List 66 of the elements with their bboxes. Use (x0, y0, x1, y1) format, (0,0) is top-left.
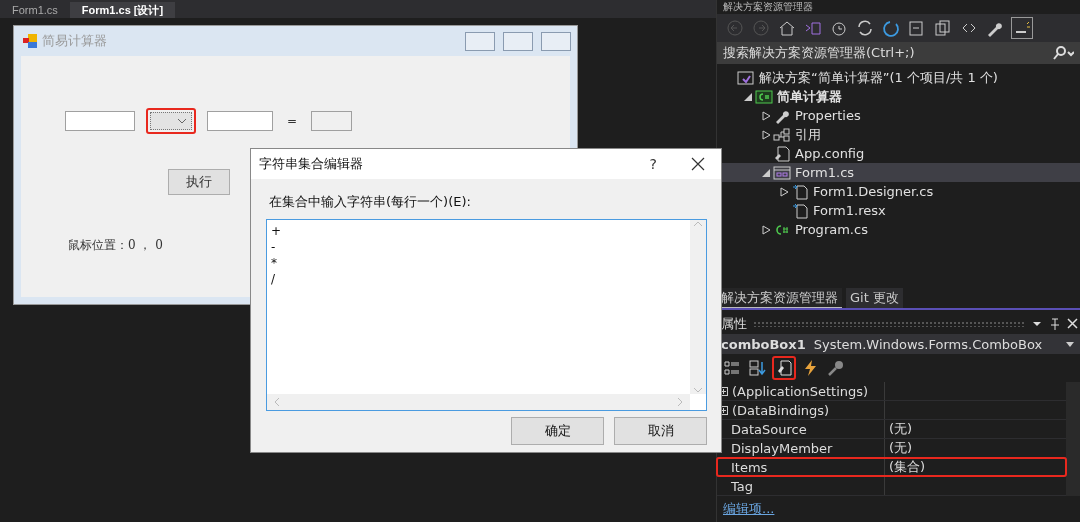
search-field[interactable]: 搜索解决方案资源管理器(Ctrl+;) (717, 42, 1080, 64)
property-value: (无) (888, 439, 914, 457)
operand-field[interactable] (207, 111, 273, 131)
window-title: 简易计算器 (42, 32, 108, 50)
tree-item[interactable]: Form1.Designer.cs (717, 182, 1080, 201)
tree-item[interactable]: 引用 (717, 125, 1080, 144)
property-row[interactable]: Items (集合) (717, 458, 1066, 477)
tree-item[interactable]: App.config (717, 144, 1080, 163)
solution-icon (737, 69, 755, 86)
sort-icon[interactable] (749, 359, 767, 377)
close-icon[interactable] (691, 157, 705, 171)
copy-icon[interactable] (933, 18, 953, 38)
property-value: (集合) (888, 458, 927, 476)
file-icon (791, 202, 809, 219)
tree-item[interactable]: Form1.resx (717, 201, 1080, 220)
references-icon (773, 126, 791, 143)
text-line: / (271, 271, 277, 287)
tree-item[interactable]: 简单计算器 (717, 87, 1080, 106)
tree-item[interactable]: Properties (717, 106, 1080, 125)
expand-arrow-icon[interactable] (761, 129, 771, 140)
mouse-position-label: 鼠标位置：0 ， 0 (68, 237, 163, 254)
property-name: (ApplicationSettings) (732, 383, 869, 399)
chevron-down-icon (178, 118, 186, 124)
key-icon[interactable] (827, 359, 845, 377)
app-icon (22, 33, 38, 49)
file-icon (791, 183, 809, 200)
collapse-arrow-icon[interactable] (761, 167, 771, 178)
text-line: * (271, 255, 278, 271)
edit-items-link[interactable]: 编辑项... (717, 496, 1080, 522)
expand-arrow-icon[interactable] (779, 186, 789, 197)
result-field[interactable] (311, 111, 353, 131)
operand-field[interactable] (65, 111, 135, 131)
scrollbar[interactable] (1066, 382, 1080, 496)
categorized-icon[interactable] (723, 359, 741, 377)
csharp-project-icon (755, 88, 773, 105)
tree-item[interactable]: Program.cs (717, 220, 1080, 239)
prompt-label: 在集合中输入字符串(每行一个)(E): (269, 193, 472, 211)
refresh-icon[interactable] (881, 18, 901, 38)
expand-arrow-icon[interactable] (761, 110, 771, 121)
expand-arrow-icon[interactable] (761, 224, 771, 235)
config-file-icon (773, 145, 791, 162)
dropdown-arrow-icon (1066, 341, 1074, 347)
equals-label: = (287, 114, 298, 128)
property-name: DataSource (731, 421, 807, 437)
sync-icon[interactable] (855, 18, 875, 38)
property-name: Items (731, 459, 768, 475)
run-button[interactable]: 执行 (168, 169, 230, 195)
collapse-arrow-icon[interactable] (743, 91, 753, 102)
property-value: (无) (888, 420, 914, 438)
help-button[interactable]: ? (649, 156, 657, 172)
property-row[interactable]: Tag (717, 477, 1066, 496)
panel-title: 解决方案资源管理器 (722, 0, 814, 14)
form-icon (773, 164, 791, 181)
panel-tab[interactable]: Git 更改 (846, 288, 903, 308)
text-line: - (271, 239, 277, 255)
text-line: + (271, 223, 283, 239)
panel-title: 属性 (721, 315, 747, 333)
search-icon (1052, 46, 1074, 60)
ok-button[interactable]: 确定 (511, 417, 604, 445)
property-name: (DataBindings) (732, 402, 830, 418)
property-name: DisplayMember (731, 440, 833, 456)
tree-item[interactable]: 解决方案“简单计算器”(1 个项目/共 1 个) (717, 68, 1080, 87)
editor-tab[interactable]: Form1.cs [设计] (69, 2, 176, 18)
dialog-title: 字符串集合编辑器 (259, 155, 364, 173)
cancel-button[interactable]: 取消 (614, 417, 707, 445)
property-name: Tag (731, 478, 753, 494)
